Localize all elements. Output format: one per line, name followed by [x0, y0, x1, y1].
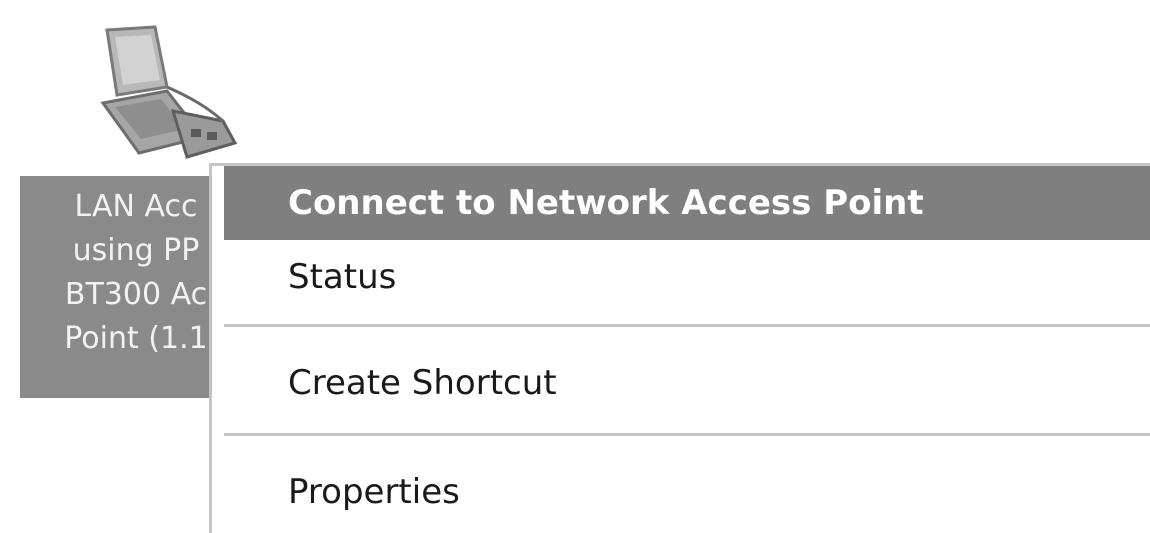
menu-item-properties[interactable]: Properties: [224, 455, 1150, 529]
menu-item-create-shortcut[interactable]: Create Shortcut: [224, 346, 1150, 420]
menu-item-status[interactable]: Status: [224, 240, 1150, 314]
menu-separator: [224, 324, 1150, 327]
context-menu: Connect to Network Access Point Status C…: [209, 163, 1150, 533]
menu-item-connect[interactable]: Connect to Network Access Point: [224, 166, 1150, 240]
menu-separator: [224, 433, 1150, 436]
network-computer-icon: [95, 25, 245, 160]
